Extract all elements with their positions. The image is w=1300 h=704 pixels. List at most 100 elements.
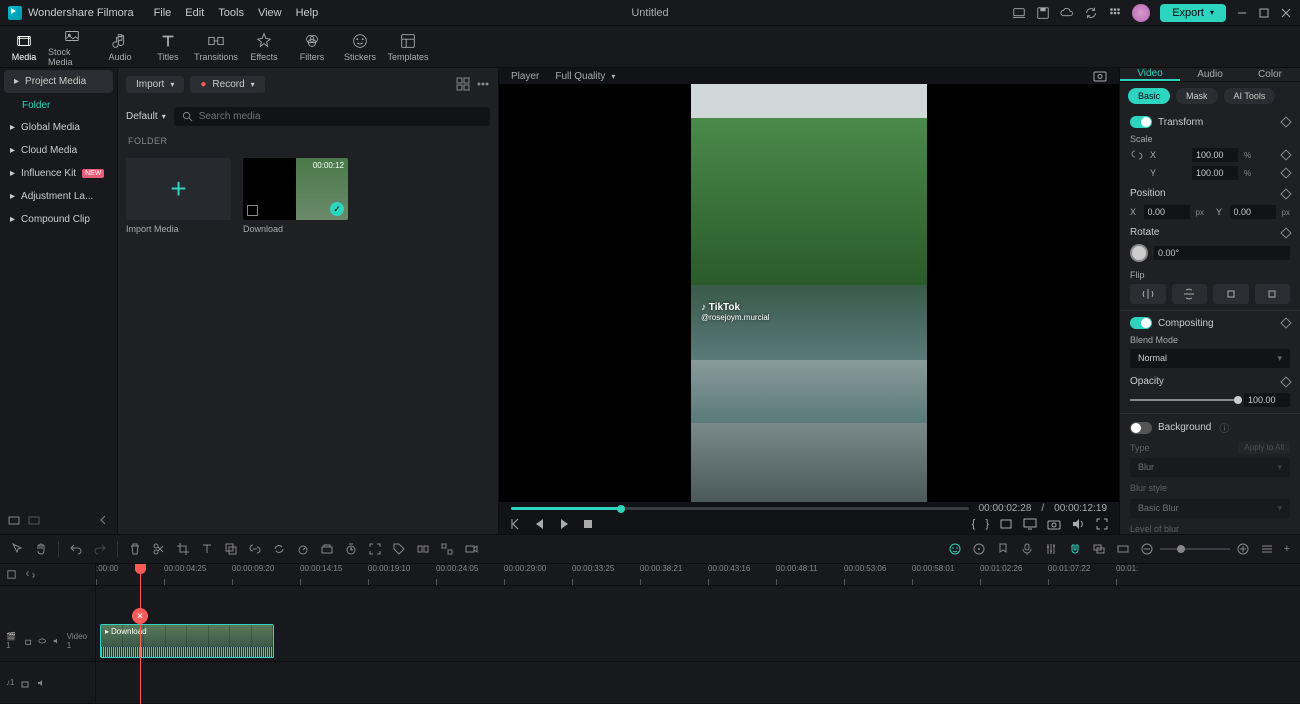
rotate-ccw-button[interactable] xyxy=(1213,284,1249,304)
collapse-sidebar-icon[interactable] xyxy=(97,514,109,526)
opacity-input[interactable] xyxy=(1244,393,1290,407)
apply-to-all-button[interactable]: Apply to All xyxy=(1238,441,1290,454)
tl-color-icon[interactable] xyxy=(320,542,334,556)
opacity-keyframe[interactable] xyxy=(1280,376,1291,387)
tl-add-track-button[interactable]: + xyxy=(1284,543,1290,555)
ribbon-effects[interactable]: Effects xyxy=(240,26,288,67)
mark-out-button[interactable]: } xyxy=(985,518,989,530)
scale-x-input[interactable] xyxy=(1192,148,1238,162)
track-mute-icon[interactable] xyxy=(52,636,60,646)
rotate-dial[interactable] xyxy=(1130,244,1148,262)
sidebar-compound-clip[interactable]: ▸Compound Clip xyxy=(0,208,117,231)
search-media-input[interactable] xyxy=(174,107,490,126)
sidebar-influence-kit[interactable]: ▸Influence KitNEW xyxy=(0,162,117,185)
bg-type-dropdown[interactable]: Blur▾ xyxy=(1130,458,1290,477)
stop-button[interactable] xyxy=(581,517,595,531)
tl-list-icon[interactable] xyxy=(1260,542,1274,556)
video-track-lane[interactable]: ▸Download xyxy=(96,620,1300,662)
tl-render-icon[interactable] xyxy=(464,542,478,556)
scale-y-input[interactable] xyxy=(1192,166,1238,180)
quality-dropdown[interactable]: Full Quality▾ xyxy=(555,71,615,82)
ribbon-titles[interactable]: Titles xyxy=(144,26,192,67)
inspector-tab-audio[interactable]: Audio xyxy=(1180,68,1240,81)
video-track-header[interactable]: 🎬1 Video 1 xyxy=(0,620,95,662)
timeline-clip[interactable]: ▸Download xyxy=(100,624,274,658)
minimize-button[interactable] xyxy=(1236,7,1248,19)
opacity-slider[interactable] xyxy=(1130,399,1238,401)
maximize-button[interactable] xyxy=(1258,7,1270,19)
sidebar-folder[interactable]: Folder xyxy=(0,95,117,116)
fullscreen-icon[interactable] xyxy=(1095,517,1109,531)
tl-speed-icon[interactable] xyxy=(296,542,310,556)
ribbon-media[interactable]: Media xyxy=(0,26,48,67)
import-media-card[interactable]: + Import Media xyxy=(126,158,231,526)
tl-group-icon[interactable] xyxy=(416,542,430,556)
camera-icon[interactable] xyxy=(1047,517,1061,531)
tl-overlap-icon[interactable] xyxy=(1092,542,1106,556)
timeline-marker[interactable]: ✕ xyxy=(132,608,148,624)
tl-refresh-icon[interactable] xyxy=(272,542,286,556)
zoom-out-button[interactable] xyxy=(1140,542,1154,556)
tl-face-icon[interactable] xyxy=(948,542,962,556)
rotate-input[interactable] xyxy=(1154,246,1290,260)
menu-file[interactable]: File xyxy=(154,7,172,19)
tl-link2-icon[interactable] xyxy=(25,569,36,580)
tl-magnet-icon[interactable] xyxy=(1068,542,1082,556)
rotate-cw-button[interactable] xyxy=(1255,284,1291,304)
scale-x-keyframe[interactable] xyxy=(1280,149,1291,160)
display-icon[interactable] xyxy=(1023,517,1037,531)
inspector-tab-video[interactable]: Video xyxy=(1120,68,1180,81)
transform-toggle[interactable] xyxy=(1130,116,1152,128)
playback-scrubber[interactable] xyxy=(511,507,969,510)
ratio-icon[interactable] xyxy=(999,517,1013,531)
more-icon[interactable] xyxy=(476,77,490,91)
sort-dropdown[interactable]: Default▾ xyxy=(126,111,166,122)
tl-split-icon[interactable] xyxy=(152,542,166,556)
pos-x-input[interactable] xyxy=(1144,205,1190,219)
tl-lock-icon[interactable] xyxy=(6,569,17,580)
scale-y-keyframe[interactable] xyxy=(1280,167,1291,178)
ribbon-filters[interactable]: Filters xyxy=(288,26,336,67)
timeline-ruler[interactable]: :00:0000:00:04:2500:00:09:2000:00:14:150… xyxy=(96,564,1300,586)
ribbon-stickers[interactable]: Stickers xyxy=(336,26,384,67)
audio-track-header[interactable]: ♪1 xyxy=(0,662,95,704)
inspector-tab-color[interactable]: Color xyxy=(1240,68,1300,81)
sidebar-cloud-media[interactable]: ▸Cloud Media xyxy=(0,139,117,162)
prev-frame-button[interactable] xyxy=(509,517,523,531)
ribbon-transitions[interactable]: Transitions xyxy=(192,26,240,67)
position-keyframe[interactable] xyxy=(1280,188,1291,199)
tl-mic-icon[interactable] xyxy=(1020,542,1034,556)
menu-edit[interactable]: Edit xyxy=(185,7,204,19)
tl-copy-icon[interactable] xyxy=(224,542,238,556)
zoom-in-button[interactable] xyxy=(1236,542,1250,556)
menu-tools[interactable]: Tools xyxy=(218,7,244,19)
compositing-toggle[interactable] xyxy=(1130,317,1152,329)
ribbon-templates[interactable]: Templates xyxy=(384,26,432,67)
device-icon[interactable] xyxy=(1012,6,1026,20)
tl-text-icon[interactable] xyxy=(200,542,214,556)
track-mute-icon-2[interactable] xyxy=(36,678,46,688)
tl-marker-icon[interactable] xyxy=(996,542,1010,556)
apps-icon[interactable] xyxy=(1108,6,1122,20)
compositing-keyframe[interactable] xyxy=(1280,317,1291,328)
tl-tag-icon[interactable] xyxy=(392,542,406,556)
tl-redo-icon[interactable] xyxy=(93,542,107,556)
close-button[interactable] xyxy=(1280,7,1292,19)
cloud-icon[interactable] xyxy=(1060,6,1074,20)
subtab-basic[interactable]: Basic xyxy=(1128,88,1170,104)
tl-ratio-icon[interactable] xyxy=(1116,542,1130,556)
playhead[interactable] xyxy=(140,564,141,704)
ribbon-audio[interactable]: Audio xyxy=(96,26,144,67)
import-button[interactable]: Import▾ xyxy=(126,76,184,93)
grid-layout-icon[interactable] xyxy=(456,77,470,91)
play-backward-button[interactable] xyxy=(533,517,547,531)
menu-help[interactable]: Help xyxy=(296,7,319,19)
blur-style-dropdown[interactable]: Basic Blur▾ xyxy=(1130,499,1290,518)
track-lock-icon-2[interactable] xyxy=(20,678,30,688)
tl-ungroup-icon[interactable] xyxy=(440,542,454,556)
flip-horizontal-button[interactable] xyxy=(1130,284,1166,304)
background-toggle[interactable] xyxy=(1130,422,1152,434)
mark-in-button[interactable]: { xyxy=(972,518,976,530)
pos-y-input[interactable] xyxy=(1230,205,1276,219)
blend-mode-dropdown[interactable]: Normal▾ xyxy=(1130,349,1290,368)
